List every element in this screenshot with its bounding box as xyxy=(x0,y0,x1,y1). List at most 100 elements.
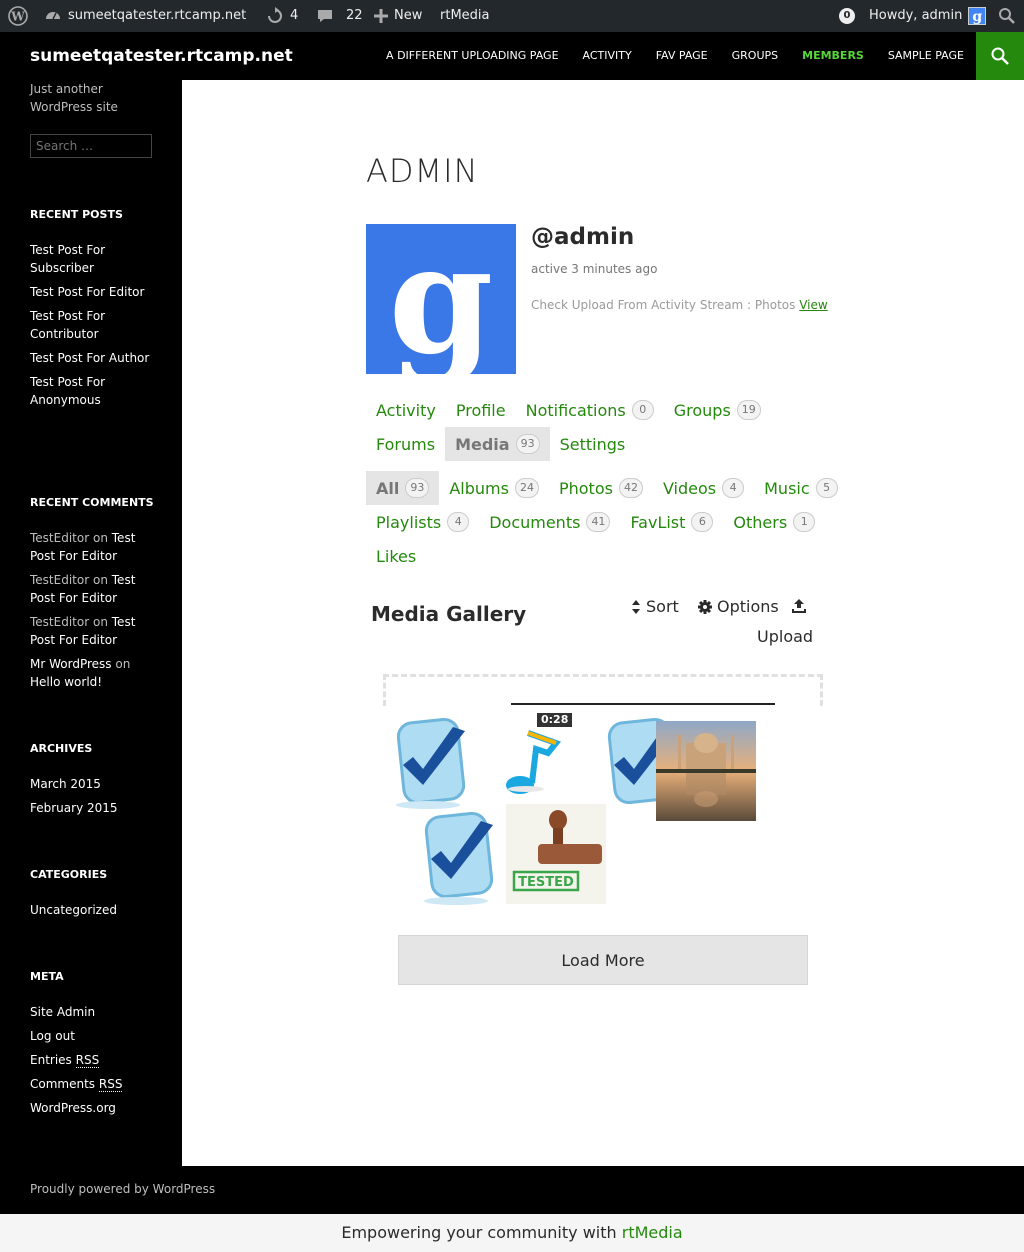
profile-tab-settings[interactable]: Settings xyxy=(550,427,636,461)
nav-fav-page[interactable]: Fav Page xyxy=(644,32,720,80)
entries-rss-link[interactable]: Entries RSS xyxy=(30,1051,160,1069)
updates-count: 4 xyxy=(290,8,299,23)
tab-label: Music xyxy=(764,478,810,498)
tab-label: Likes xyxy=(376,546,417,566)
nav-sample-page[interactable]: Sample Page xyxy=(876,32,976,80)
comments-label: Comments xyxy=(30,1077,96,1091)
profile-tab-media[interactable]: Media 93 xyxy=(445,427,550,461)
profile-tab-groups[interactable]: Groups 19 xyxy=(664,393,771,427)
media-thumb-checkmark[interactable] xyxy=(411,807,511,907)
comment-post-link[interactable]: Hello world! xyxy=(30,675,102,689)
media-tab-likes[interactable]: Likes xyxy=(366,539,426,573)
upload-drop-zone[interactable] xyxy=(383,674,823,706)
comment-on: on xyxy=(115,657,131,671)
site-footer: Proudly powered by WordPress xyxy=(0,1166,1024,1214)
rtmedia-menu[interactable]: rtMedia xyxy=(440,0,490,32)
options-button[interactable]: Options xyxy=(698,597,779,616)
recent-post-link[interactable]: Test Post For Author xyxy=(30,349,160,367)
nav-activity[interactable]: Activity xyxy=(571,32,644,80)
upload-icon[interactable] xyxy=(791,598,807,614)
archive-link[interactable]: February 2015 xyxy=(30,799,160,817)
meta-list: Site Admin Log out Entries RSS Comments … xyxy=(30,1003,160,1123)
upload-button[interactable]: Upload xyxy=(757,627,813,646)
nav-different-uploading-page[interactable]: A Different Uploading Page xyxy=(374,32,571,80)
tab-count: 6 xyxy=(691,512,714,532)
admin-avatar-small: g xyxy=(968,7,987,25)
profile-tab-activity[interactable]: Activity xyxy=(366,393,446,427)
recent-post-link[interactable]: Test Post For Subscriber xyxy=(30,241,160,277)
rss-abbr: RSS xyxy=(75,1053,100,1068)
tab-label: FavList xyxy=(630,512,686,532)
recent-post-link[interactable]: Test Post For Anonymous xyxy=(30,373,160,409)
media-gallery-title: Media Gallery xyxy=(371,602,527,626)
media-subnav-row: Playlists 4 Documents 41 FavList 6 Others 1 xyxy=(366,505,825,539)
media-tab-music[interactable]: Music 5 xyxy=(754,471,848,505)
admin-bar-search-icon[interactable] xyxy=(998,0,1016,32)
profile-nav-row: Activity Profile Notifications 0 Groups 19 xyxy=(366,393,771,427)
my-account-menu[interactable]: Howdy, admin g xyxy=(869,0,987,32)
tab-count: 41 xyxy=(586,512,611,532)
site-title[interactable]: sumeetqatester.rtcamp.net xyxy=(30,32,293,80)
comment-bubble-icon xyxy=(318,10,332,22)
media-tab-albums[interactable]: Albums 24 xyxy=(439,471,549,505)
entries-label: Entries xyxy=(30,1053,72,1067)
media-tab-photos[interactable]: Photos 42 xyxy=(549,471,653,505)
footer-credit[interactable]: Proudly powered by WordPress xyxy=(30,1182,215,1196)
rtmedia-link[interactable]: rtMedia xyxy=(622,1223,683,1242)
tab-count: 4 xyxy=(722,478,745,498)
archive-link[interactable]: March 2015 xyxy=(30,775,160,793)
media-tab-others[interactable]: Others 1 xyxy=(723,505,825,539)
recent-post-link[interactable]: Test Post For Contributor xyxy=(30,307,160,343)
comments-menu[interactable]: 22 xyxy=(316,0,363,32)
load-more-button[interactable]: Load More xyxy=(398,935,808,985)
tab-label: Media xyxy=(455,434,510,454)
search-icon xyxy=(991,47,1009,65)
comments-rss-link[interactable]: Comments RSS xyxy=(30,1075,160,1093)
view-update-link[interactable]: View xyxy=(799,298,827,312)
media-subnav-row: All 93 Albums 24 Photos 42 Videos 4 Music 5 xyxy=(366,471,848,505)
media-tab-all[interactable]: All 93 xyxy=(366,471,440,505)
upload-progress-line xyxy=(511,703,775,705)
updates-menu[interactable]: 4 xyxy=(266,0,298,32)
comment-author: TestEditor xyxy=(30,573,90,587)
media-tab-videos[interactable]: Videos 4 xyxy=(653,471,754,505)
nav-members[interactable]: Members xyxy=(790,32,876,80)
profile-tab-forums[interactable]: Forums xyxy=(366,427,445,461)
tab-label: All xyxy=(376,478,400,498)
media-thumb-music[interactable] xyxy=(486,713,586,813)
profile-avatar[interactable]: g xyxy=(366,224,516,374)
profile-tab-notifications[interactable]: Notifications 0 xyxy=(516,393,664,427)
new-content-menu[interactable]: New xyxy=(374,0,422,32)
media-tab-playlists[interactable]: Playlists 4 xyxy=(366,505,479,539)
profile-tab-profile[interactable]: Profile xyxy=(446,393,516,427)
media-thumb-tested-stamp[interactable]: TESTED xyxy=(506,804,606,904)
media-thumb-taj-mahal[interactable] xyxy=(656,721,756,821)
latest-update: Check Upload From Activity Stream : Phot… xyxy=(531,298,828,312)
tab-label: Photos xyxy=(558,478,613,498)
media-tab-documents[interactable]: Documents 41 xyxy=(479,505,620,539)
sort-button[interactable]: Sort xyxy=(631,597,679,616)
site-name-menu[interactable]: sumeetqatester.rtcamp.net xyxy=(44,0,246,32)
recent-post-link[interactable]: Test Post For Editor xyxy=(30,283,160,301)
wordpress-logo-icon[interactable]: W xyxy=(8,0,28,32)
tab-count: 5 xyxy=(815,478,838,498)
sidebar-search-input[interactable] xyxy=(30,134,152,158)
nav-groups[interactable]: Groups xyxy=(720,32,791,80)
comment-author[interactable]: Mr WordPress xyxy=(30,657,112,671)
media-thumb-checkmark[interactable] xyxy=(383,713,483,813)
last-active: active 3 minutes ago xyxy=(531,262,658,276)
tab-count: 93 xyxy=(515,434,540,454)
category-link[interactable]: Uncategorized xyxy=(30,901,160,919)
notifications-menu[interactable]: 0 xyxy=(839,0,855,32)
primary-navigation: A Different Uploading Page Activity Fav … xyxy=(374,32,976,80)
site-admin-link[interactable]: Site Admin xyxy=(30,1003,160,1021)
search-toggle-button[interactable] xyxy=(976,32,1024,80)
music-note-icon xyxy=(506,730,561,794)
comment-author: TestEditor xyxy=(30,531,90,545)
media-tab-favlist[interactable]: FavList 6 xyxy=(620,505,723,539)
log-out-link[interactable]: Log out xyxy=(30,1027,160,1045)
wordpress-org-link[interactable]: WordPress.org xyxy=(30,1099,160,1117)
comment-author: TestEditor xyxy=(30,615,90,629)
tested-stamp-text: TESTED xyxy=(518,875,574,890)
recent-comment: Mr WordPress on Hello world! xyxy=(30,655,160,691)
